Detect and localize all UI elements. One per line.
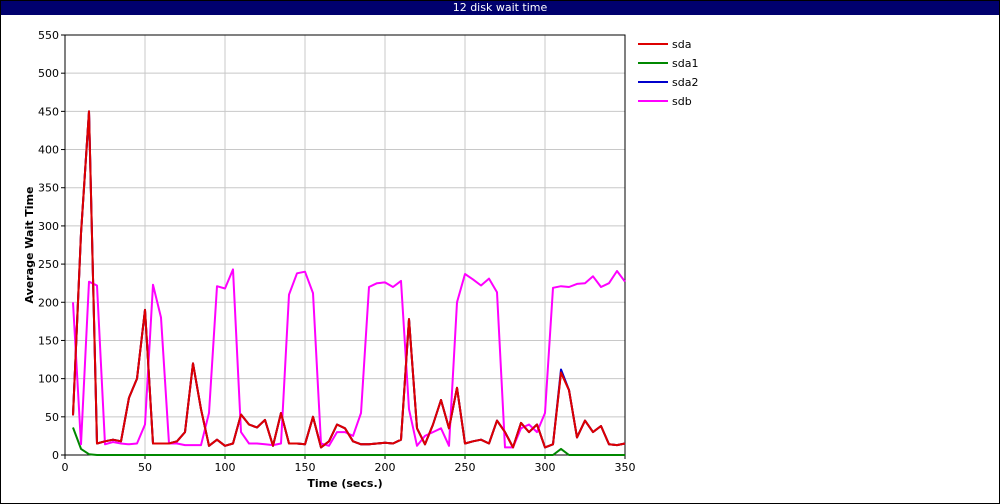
y-tick-label: 450 <box>38 105 59 118</box>
legend-label-sda2: sda2 <box>672 76 698 89</box>
x-axis-label: Time (secs.) <box>307 477 382 490</box>
series-line-sdb <box>72 268 626 449</box>
line-chart: 0 50 100 150 200 250 300 350 0 50 100 150 200 250 300… <box>23 29 698 490</box>
y-tick-label: 350 <box>38 182 59 195</box>
y-tick-label: 100 <box>38 373 59 386</box>
y-tick-label: 0 <box>52 449 59 462</box>
legend: sda sda1 sda2 sdb <box>638 38 698 108</box>
y-tick-label: 300 <box>38 220 59 233</box>
series-line-sda-overlay <box>72 110 626 449</box>
y-tick-label: 500 <box>38 67 59 80</box>
x-axis-ticks: 0 50 100 150 200 250 300 350 <box>62 455 636 474</box>
series-line-sda2 <box>72 110 626 449</box>
y-tick-label: 550 <box>38 29 59 42</box>
legend-label-sda: sda <box>672 38 691 51</box>
x-tick-label: 50 <box>138 461 152 474</box>
y-tick-label: 400 <box>38 144 59 157</box>
x-tick-label: 300 <box>535 461 556 474</box>
x-tick-label: 350 <box>615 461 636 474</box>
legend-label-sdb: sdb <box>672 95 692 108</box>
x-tick-label: 0 <box>62 461 69 474</box>
series-line-sda <box>72 110 626 449</box>
y-tick-label: 250 <box>38 258 59 271</box>
y-axis-label: Average Wait Time <box>23 187 36 304</box>
y-tick-label: 200 <box>38 296 59 309</box>
y-tick-label: 50 <box>45 411 59 424</box>
x-tick-label: 200 <box>375 461 396 474</box>
x-tick-label: 250 <box>455 461 476 474</box>
legend-label-sda1: sda1 <box>672 57 698 70</box>
x-tick-label: 150 <box>295 461 316 474</box>
x-tick-label: 100 <box>215 461 236 474</box>
y-tick-label: 150 <box>38 334 59 347</box>
series-lines <box>72 110 626 456</box>
y-axis-ticks: 0 50 100 150 200 250 300 350 400 450 500 550 <box>38 29 65 462</box>
